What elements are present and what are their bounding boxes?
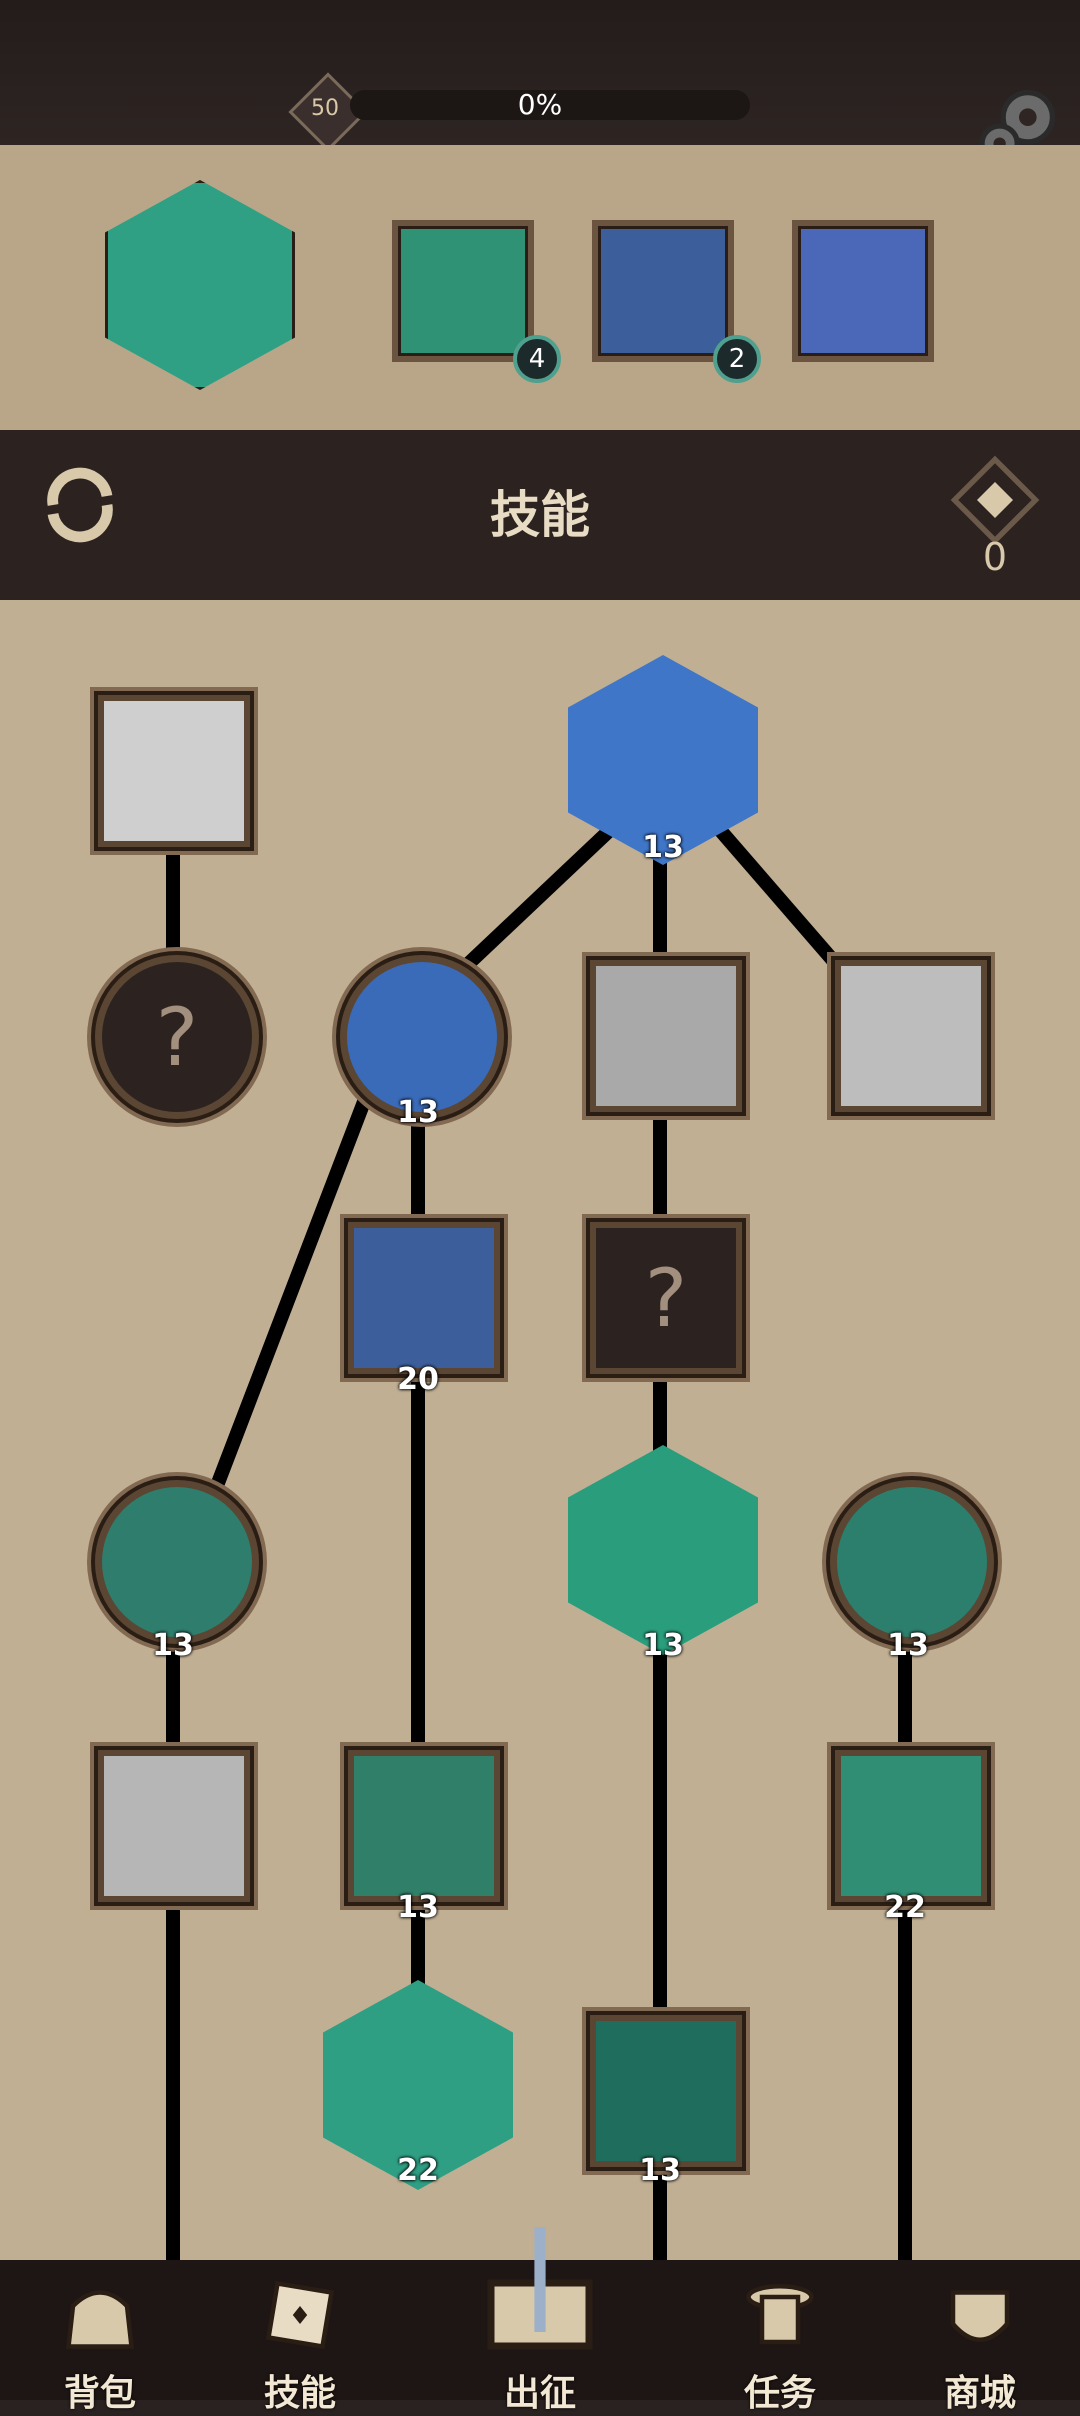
skill-point-diamond-icon xyxy=(950,455,1040,545)
skill-node-7-level: 20 xyxy=(397,1362,439,1397)
equipped-skill-3[interactable] xyxy=(592,220,734,362)
skill-node-4-level: 13 xyxy=(397,1095,439,1130)
skill-tree-connectors xyxy=(166,730,912,2260)
shop-icon xyxy=(950,2290,1010,2342)
locked-question-icon: ? xyxy=(155,990,199,1084)
skill-node-11-level: 13 xyxy=(887,1628,929,1663)
skill-node-6[interactable] xyxy=(835,960,987,1112)
nav-skills-label: 技能 xyxy=(263,2373,336,2414)
skill-node-11[interactable] xyxy=(830,1480,994,1644)
nav-tasks-label: 任务 xyxy=(743,2373,816,2414)
skill-node-13-level: 13 xyxy=(397,1890,439,1925)
skill-node-16[interactable] xyxy=(590,2015,742,2167)
skill-node-2-locked[interactable]: ? xyxy=(95,955,259,1119)
skill-node-13[interactable] xyxy=(348,1750,500,1902)
top-bar: 50 0% xyxy=(0,0,1080,164)
skill-book-icon xyxy=(265,2280,335,2350)
skill-node-14-level: 22 xyxy=(884,1890,926,1925)
skill-node-5[interactable] xyxy=(590,960,742,1112)
bottom-nav: 背包 技能 出征 任务 商城 xyxy=(0,2227,1080,2414)
skill-node-7[interactable] xyxy=(348,1222,500,1374)
skill-node-9-level: 13 xyxy=(152,1628,194,1663)
skill-node-16-level: 13 xyxy=(639,2153,681,2188)
nav-shop-label: 商城 xyxy=(943,2373,1016,2414)
skill-2-count-badge: 4 xyxy=(513,335,561,383)
equipped-skill-main[interactable] xyxy=(105,180,295,390)
nav-bag[interactable]: 背包 xyxy=(20,2270,180,2416)
nav-skills[interactable]: 技能 xyxy=(220,2270,380,2416)
equipped-skills-panel: 4 2 xyxy=(0,145,1080,430)
page-title: 技能 xyxy=(490,486,590,544)
skill-node-10-level: 13 xyxy=(642,1628,684,1663)
skill-node-3-level: 13 xyxy=(642,830,684,865)
scroll-icon xyxy=(746,2283,814,2345)
sword-map-icon xyxy=(487,2227,593,2350)
skill-node-14[interactable] xyxy=(835,1750,987,1902)
xp-percent: 0% xyxy=(517,88,563,121)
skill-node-12[interactable] xyxy=(98,1750,250,1902)
nav-expedition-label: 出征 xyxy=(503,2373,576,2414)
skill-node-15-level: 22 xyxy=(397,2153,439,2188)
equipped-skill-2[interactable] xyxy=(392,220,534,362)
nav-bag-label: 背包 xyxy=(63,2373,136,2414)
skill-node-9[interactable] xyxy=(95,1480,259,1644)
skill-3-count-badge: 2 xyxy=(713,335,761,383)
nav-tasks[interactable]: 任务 xyxy=(700,2270,860,2416)
skill-node-8-locked[interactable]: ? xyxy=(590,1222,742,1374)
equipped-skill-4[interactable] xyxy=(792,220,934,362)
skill-tree-panel: 13 ? 13 20 ? 13 13 13 13 22 22 13 xyxy=(0,600,1080,2260)
locked-question-icon: ? xyxy=(644,1251,688,1345)
nav-shop[interactable]: 商城 xyxy=(900,2270,1060,2416)
bag-icon xyxy=(65,2290,135,2349)
skill-node-1[interactable] xyxy=(98,695,250,847)
refresh-icon[interactable] xyxy=(35,460,125,550)
nav-expedition[interactable]: 出征 xyxy=(460,2220,620,2416)
skill-points-count: 0 xyxy=(982,535,1008,579)
